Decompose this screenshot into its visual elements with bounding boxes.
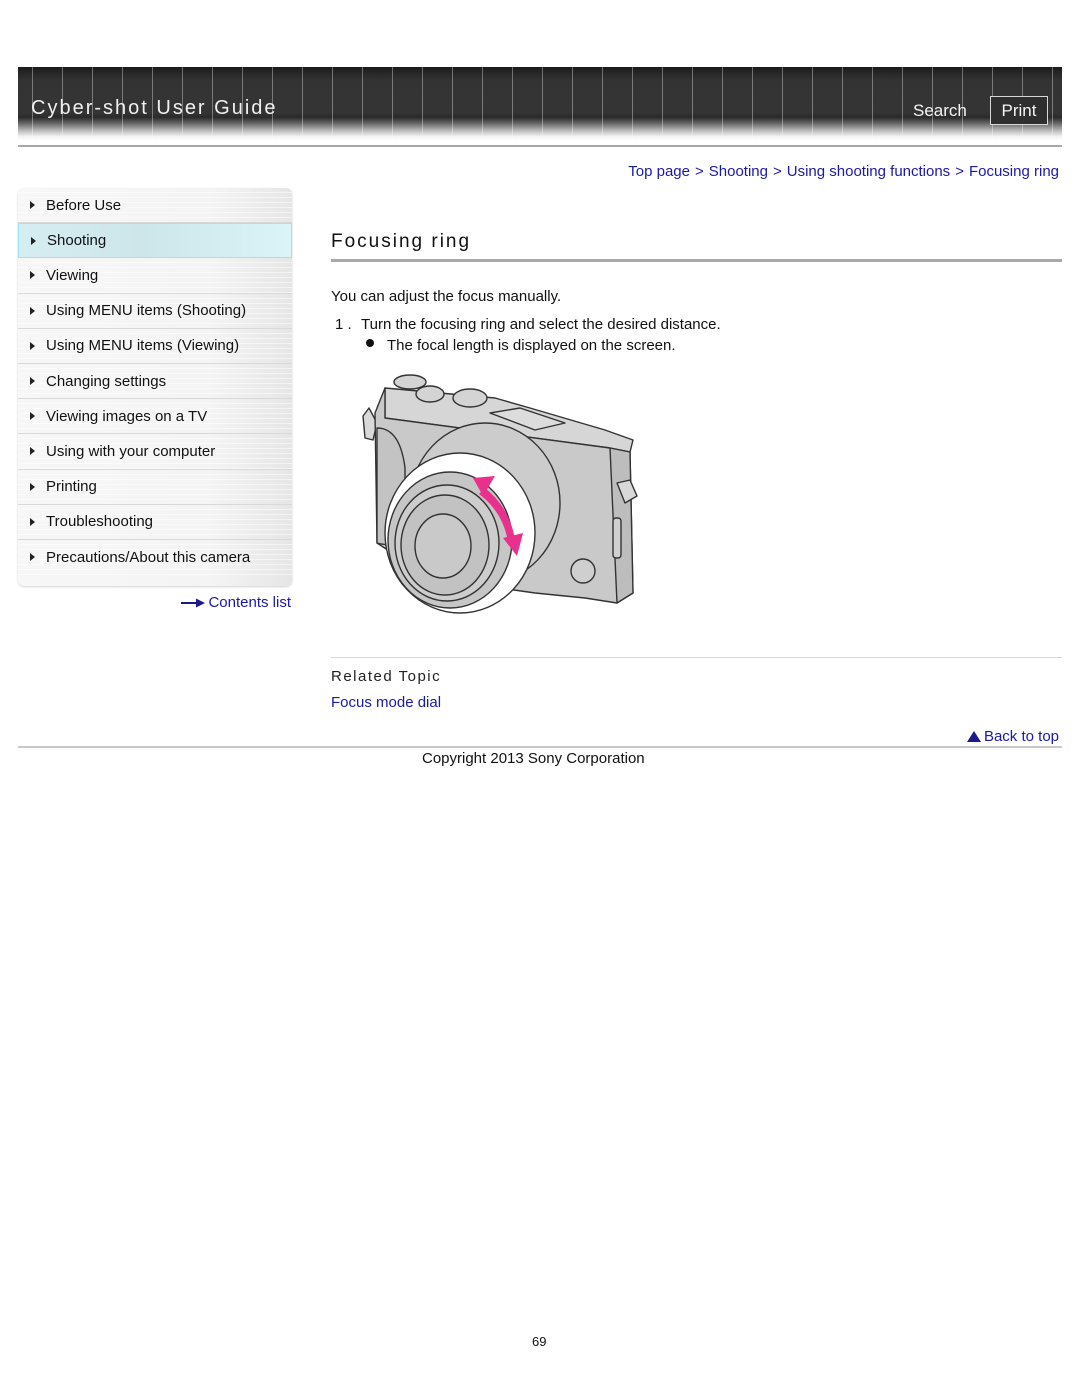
header-divider <box>18 145 1062 147</box>
breadcrumb: Top page > Shooting > Using shooting functio… <box>628 163 1059 180</box>
sidebar-item-label: Shooting <box>47 232 107 250</box>
triangle-right-icon <box>31 236 36 245</box>
triangle-right-icon <box>30 553 35 562</box>
sidebar-item-label: Using MENU items (Viewing) <box>46 337 240 355</box>
sidebar-item-precautions[interactable]: Precautions/About this camera <box>18 539 292 576</box>
breadcrumb-focusing-ring[interactable]: Focusing ring <box>969 163 1059 180</box>
copyright-text: Copyright 2013 Sony Corporation <box>422 750 645 767</box>
step-text: Turn the focusing ring and select the de… <box>361 316 721 333</box>
sidebar-item-label: Printing <box>46 478 97 496</box>
sidebar-item-printing[interactable]: Printing <box>18 469 292 505</box>
related-topic-heading: Related Topic <box>331 668 442 685</box>
contents-list-link[interactable]: Contents list <box>181 594 291 611</box>
triangle-right-icon <box>30 306 35 315</box>
sidebar-item-label: Using with your computer <box>46 442 216 460</box>
triangle-right-icon <box>30 412 35 421</box>
triangle-up-icon <box>966 731 981 742</box>
print-button[interactable]: Print <box>990 96 1048 125</box>
back-to-top-link[interactable]: Back to top <box>966 728 1059 745</box>
breadcrumb-separator: > <box>955 163 964 180</box>
sidebar-item-changing-settings[interactable]: Changing settings <box>18 363 292 400</box>
related-divider <box>331 657 1062 658</box>
sidebar-item-label: Using MENU items (Shooting) <box>46 302 247 320</box>
intro-text: You can adjust the focus manually. <box>331 288 562 305</box>
triangle-right-icon <box>30 341 35 350</box>
sidebar-item-label: Viewing <box>46 266 99 284</box>
triangle-right-icon <box>30 201 35 210</box>
sidebar-item-troubleshooting[interactable]: Troubleshooting <box>18 504 292 540</box>
bullet-icon <box>366 339 374 347</box>
search-link[interactable]: Search <box>913 101 967 121</box>
step-number: 1 . <box>335 316 352 333</box>
triangle-right-icon <box>30 482 35 491</box>
breadcrumb-shooting[interactable]: Shooting <box>709 163 768 180</box>
triangle-right-icon <box>30 447 35 456</box>
sidebar-item-using-with-computer[interactable]: Using with your computer <box>18 434 292 470</box>
sidebar-item-shooting[interactable]: Shooting <box>18 223 292 259</box>
contents-list-label: Contents list <box>208 594 291 611</box>
sidebar-item-label: Before Use <box>46 196 122 214</box>
page-title: Focusing ring <box>331 231 472 252</box>
breadcrumb-using-shooting-functions[interactable]: Using shooting functions <box>787 163 950 180</box>
guide-title: Cyber-shot User Guide <box>31 97 278 119</box>
footer-divider <box>18 746 1062 748</box>
breadcrumb-separator: > <box>772 163 782 180</box>
back-to-top-label: Back to top <box>983 728 1059 745</box>
step-note: The focal length is displayed on the scr… <box>387 337 676 354</box>
sidebar-item-before-use[interactable]: Before Use <box>18 188 292 224</box>
related-link-focus-mode-dial[interactable]: Focus mode dial <box>331 694 441 711</box>
breadcrumb-separator: > <box>695 163 704 180</box>
sidebar-item-label: Changing settings <box>46 372 167 390</box>
triangle-right-icon <box>30 271 35 280</box>
sidebar-item-menu-viewing[interactable]: Using MENU items (Viewing) <box>18 328 292 364</box>
triangle-right-icon <box>30 517 35 526</box>
sidebar-item-label: Precautions/About this camera <box>46 548 251 566</box>
camera-focusing-ring-illustration <box>362 374 638 614</box>
sidebar-item-menu-shooting[interactable]: Using MENU items (Shooting) <box>18 293 292 329</box>
arrow-right-icon <box>181 598 206 607</box>
page-number: 69 <box>532 1334 547 1349</box>
sidebar-item-viewing-on-tv[interactable]: Viewing images on a TV <box>18 399 292 435</box>
triangle-right-icon <box>30 377 35 386</box>
sidebar-item-label: Viewing images on a TV <box>46 407 208 425</box>
sidebar-nav: Before Use Shooting Viewing Using MENU i… <box>18 188 292 586</box>
title-divider <box>331 259 1062 262</box>
sidebar-item-viewing[interactable]: Viewing <box>18 258 292 294</box>
header-banner: Cyber-shot User Guide Search Print <box>18 67 1062 141</box>
sidebar-item-label: Troubleshooting <box>46 513 154 531</box>
breadcrumb-top-page[interactable]: Top page <box>628 163 690 180</box>
